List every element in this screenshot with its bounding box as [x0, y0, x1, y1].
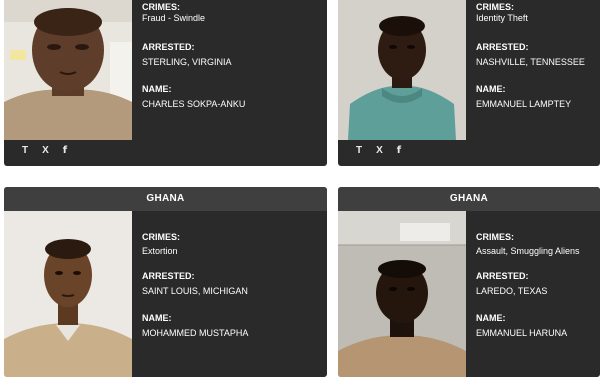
wanted-card: CRIMES: Identity Theft ARRESTED: NASHVIL… — [338, 0, 600, 166]
name-value: EMMANUEL LAMPTEY — [476, 99, 572, 109]
facebook-icon[interactable]: f — [397, 145, 401, 156]
facebook-icon[interactable]: f — [63, 145, 67, 156]
name-value: EMMANUEL HARUNA — [476, 328, 568, 338]
name-label: NAME: — [476, 313, 506, 323]
crimes-label: CRIMES: — [142, 2, 180, 12]
share-bar: T X f — [22, 145, 67, 156]
arrested-label: ARRESTED: — [142, 271, 195, 281]
country-header: GHANA — [4, 187, 327, 211]
wanted-card: GHANA CRIMES: Extortion ARRESTED: SAINT … — [4, 187, 327, 377]
name-value: MOHAMMED MUSTAPHA — [142, 328, 249, 338]
arrested-value: SAINT LOUIS, MICHIGAN — [142, 286, 248, 296]
tumblr-icon[interactable]: T — [356, 145, 362, 156]
name-label: NAME: — [142, 84, 172, 94]
crimes-value: Assault, Smuggling Aliens — [476, 246, 580, 256]
arrested-label: ARRESTED: — [476, 42, 529, 52]
country-header: GHANA — [338, 187, 600, 211]
mugshot-photo — [338, 0, 466, 140]
mugshot-photo — [4, 0, 132, 140]
arrested-value: STERLING, VIRGINIA — [142, 57, 232, 67]
mugshot-photo — [338, 211, 466, 377]
crimes-value: Identity Theft — [476, 13, 528, 23]
x-icon[interactable]: X — [376, 145, 383, 156]
crimes-label: CRIMES: — [476, 232, 514, 242]
share-bar: T X f — [356, 145, 401, 156]
crimes-label: CRIMES: — [476, 2, 514, 12]
mugshot-photo — [4, 211, 132, 377]
name-label: NAME: — [142, 313, 172, 323]
crimes-value: Extortion — [142, 246, 178, 256]
crimes-label: CRIMES: — [142, 232, 180, 242]
arrested-label: ARRESTED: — [476, 271, 529, 281]
name-label: NAME: — [476, 84, 506, 94]
wanted-card: CRIMES: Fraud - Swindle ARRESTED: STERLI… — [4, 0, 327, 166]
name-value: CHARLES SOKPA-ANKU — [142, 99, 246, 109]
arrested-label: ARRESTED: — [142, 42, 195, 52]
tumblr-icon[interactable]: T — [22, 145, 28, 156]
x-icon[interactable]: X — [42, 145, 49, 156]
arrested-value: LAREDO, TEXAS — [476, 286, 548, 296]
wanted-card: GHANA CRIMES: Assault, Smuggling Aliens … — [338, 187, 600, 377]
arrested-value: NASHVILLE, TENNESSEE — [476, 57, 585, 67]
crimes-value: Fraud - Swindle — [142, 13, 206, 23]
